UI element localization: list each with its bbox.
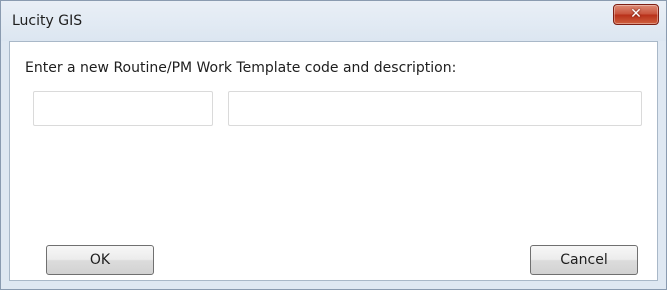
ok-button[interactable]: OK [46, 245, 154, 275]
template-description-input[interactable] [228, 91, 642, 126]
template-code-input[interactable] [33, 91, 213, 126]
cancel-button[interactable]: Cancel [530, 245, 638, 275]
close-icon: ✕ [630, 6, 642, 22]
window-title: Lucity GIS [12, 13, 83, 29]
prompt-label: Enter a new Routine/PM Work Template cod… [25, 60, 457, 76]
title-bar[interactable]: Lucity GIS ✕ [1, 1, 666, 41]
close-button[interactable]: ✕ [613, 4, 659, 25]
dialog-window: Lucity GIS ✕ Enter a new Routine/PM Work… [0, 0, 667, 290]
